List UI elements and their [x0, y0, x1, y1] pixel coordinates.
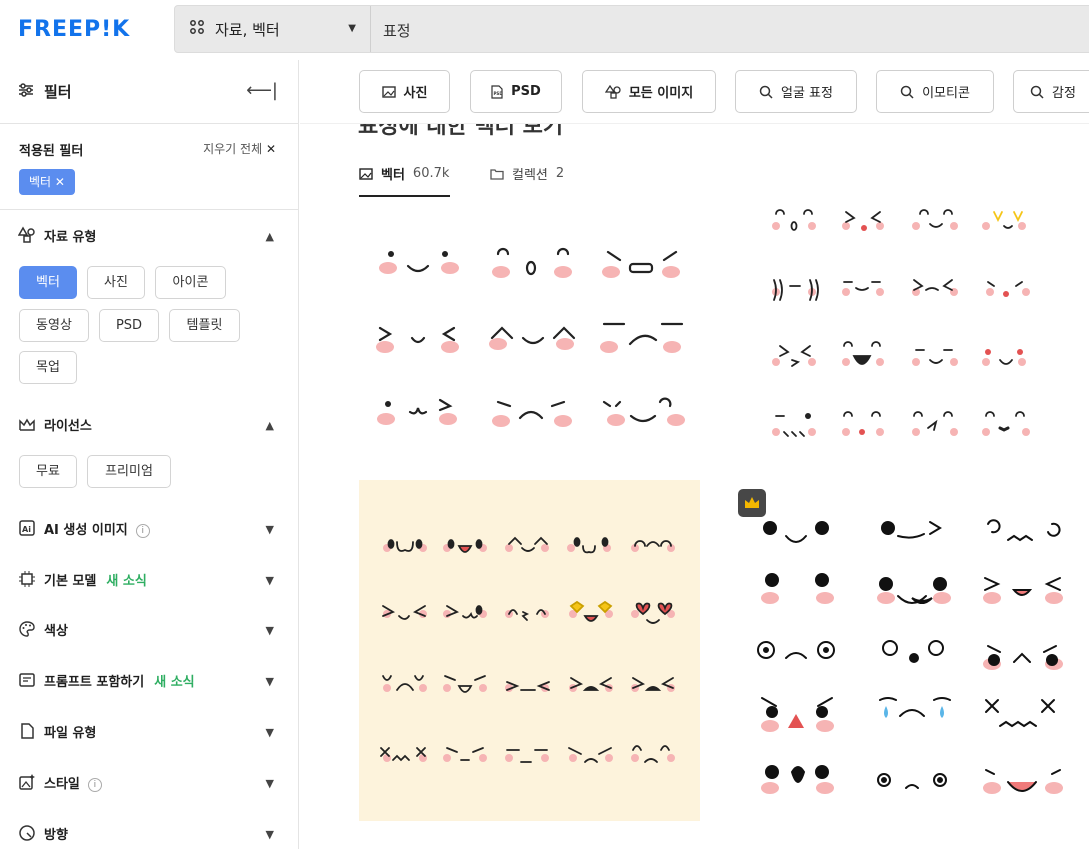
section-file-type[interactable]: 파일 유형	[44, 722, 96, 741]
chip-icon	[18, 570, 36, 588]
option-mockup[interactable]: 목업	[19, 351, 77, 384]
chevron-down-icon[interactable]: ▼	[266, 523, 274, 536]
crown-icon	[18, 416, 36, 434]
ai-image-icon: Ai	[18, 519, 36, 537]
asset-type-label: 자료, 벡터	[215, 20, 280, 39]
crown-icon	[745, 497, 759, 508]
tag-emoticon[interactable]: 이모티콘	[876, 70, 994, 113]
shapes-icon	[17, 226, 36, 244]
option-template[interactable]: 템플릿	[169, 309, 240, 342]
chevron-down-icon[interactable]: ▼	[266, 624, 274, 637]
tag-all-images[interactable]: 모든 이미지	[582, 70, 716, 113]
search-icon	[900, 85, 914, 99]
section-color[interactable]: 색상	[44, 620, 68, 639]
option-vector[interactable]: 벡터	[19, 266, 77, 299]
chevron-down-icon: ▼	[348, 23, 356, 34]
file-icon	[18, 722, 36, 740]
license-title[interactable]: 라이선스	[44, 415, 92, 434]
section-ai-image[interactable]: AI 생성 이미지 i	[44, 519, 150, 538]
palette-icon	[18, 620, 36, 638]
tag-facial-expression[interactable]: 얼굴 표정	[735, 70, 857, 113]
svg-text:PSD: PSD	[494, 91, 504, 96]
applied-filters: 적용된 필터 지우기 전체 ✕ 벡터 ✕	[0, 124, 298, 210]
result-card-bold-faces[interactable]	[736, 500, 1089, 849]
result-card-cute-expressions[interactable]	[359, 480, 700, 821]
asset-type-icon	[189, 19, 205, 39]
new-badge: 새 소식	[106, 574, 147, 589]
tab-vectors[interactable]: 벡터 60.7k	[359, 164, 449, 183]
result-card-kawaii-faces[interactable]	[358, 220, 698, 450]
applied-filters-title: 적용된 필터	[19, 144, 84, 159]
tag-emotion[interactable]: 감정	[1013, 70, 1089, 113]
asset-type-title[interactable]: 자료 유형	[44, 226, 96, 245]
option-video[interactable]: 동영상	[19, 309, 89, 342]
info-icon[interactable]: i	[87, 778, 102, 792]
section-include-prompt[interactable]: 프롬프트 포함하기 새 소식	[44, 671, 195, 690]
search-icon	[759, 85, 773, 99]
search-bar: 자료, 벡터 ▼ 표정	[174, 5, 1089, 53]
freepik-logo[interactable]: FREEP!K	[18, 17, 130, 42]
tag-photo[interactable]: 사진	[359, 70, 450, 113]
option-premium[interactable]: 프리미엄	[87, 455, 171, 488]
emoticon-grid-image	[772, 209, 1030, 437]
chevron-down-icon[interactable]: ▼	[266, 574, 274, 587]
chevron-down-icon[interactable]: ▼	[266, 675, 274, 688]
filter-title: 필터	[44, 83, 72, 101]
section-base-model[interactable]: 기본 모델 새 소식	[44, 570, 147, 589]
section-orientation[interactable]: 방향	[44, 824, 68, 843]
top-bar: FREEP!K 자료, 벡터 ▼ 표정	[0, 0, 1089, 60]
style-icon	[18, 773, 36, 791]
kawaii-faces-image	[376, 247, 685, 427]
orientation-icon	[18, 824, 36, 842]
filter-header: 필터 ⟵|	[0, 60, 298, 124]
folder-icon	[490, 168, 504, 180]
option-psd[interactable]: PSD	[99, 309, 159, 342]
option-free[interactable]: 무료	[19, 455, 77, 488]
clear-all-button[interactable]: 지우기 전체 ✕	[203, 140, 276, 157]
related-tags-bar: 사진 PSD PSD 모든 이미지 얼굴 표정 이모티콘 감정	[300, 60, 1089, 124]
results-area: 표정에 대한 벡터 보기 사진 PSD PSD 모든 이미지 얼굴 표정 이모티…	[300, 60, 1089, 849]
chevron-down-icon[interactable]: ▼	[266, 777, 274, 790]
info-icon[interactable]: i	[135, 524, 150, 538]
result-card-emoticon-grid[interactable]	[760, 196, 1080, 496]
psd-icon: PSD	[491, 84, 504, 99]
new-badge: 새 소식	[154, 675, 195, 690]
tag-psd[interactable]: PSD PSD	[470, 70, 562, 113]
search-icon	[1030, 85, 1044, 99]
chevron-down-icon[interactable]: ▼	[266, 726, 274, 739]
shapes-icon	[604, 84, 621, 99]
chevron-up-icon[interactable]: ▲	[266, 230, 274, 243]
section-style[interactable]: 스타일 i	[44, 773, 102, 792]
svg-text:Ai: Ai	[22, 525, 31, 534]
image-icon	[381, 85, 396, 98]
search-input[interactable]: 표정	[383, 20, 411, 41]
applied-filter-chip[interactable]: 벡터 ✕	[19, 169, 75, 195]
tab-collections[interactable]: 컬렉션 2	[490, 164, 564, 183]
asset-type-dropdown[interactable]: 자료, 벡터 ▼	[175, 6, 371, 52]
prompt-icon	[18, 671, 36, 689]
option-icon[interactable]: 아이콘	[155, 266, 226, 299]
option-photo[interactable]: 사진	[87, 266, 145, 299]
chevron-up-icon[interactable]: ▲	[266, 419, 274, 432]
sliders-icon	[18, 82, 34, 102]
chevron-down-icon[interactable]: ▼	[266, 828, 274, 841]
cute-expressions-image	[380, 536, 675, 763]
premium-crown-badge	[738, 489, 766, 517]
filter-sidebar: 필터 ⟵| 적용된 필터 지우기 전체 ✕ 벡터 ✕ 자료 유형 ▲ 벡터 사진…	[0, 60, 299, 849]
collapse-sidebar-icon[interactable]: ⟵|	[246, 80, 278, 101]
bold-faces-image	[757, 519, 1063, 794]
image-icon	[359, 167, 373, 180]
active-tab-indicator	[359, 195, 450, 197]
